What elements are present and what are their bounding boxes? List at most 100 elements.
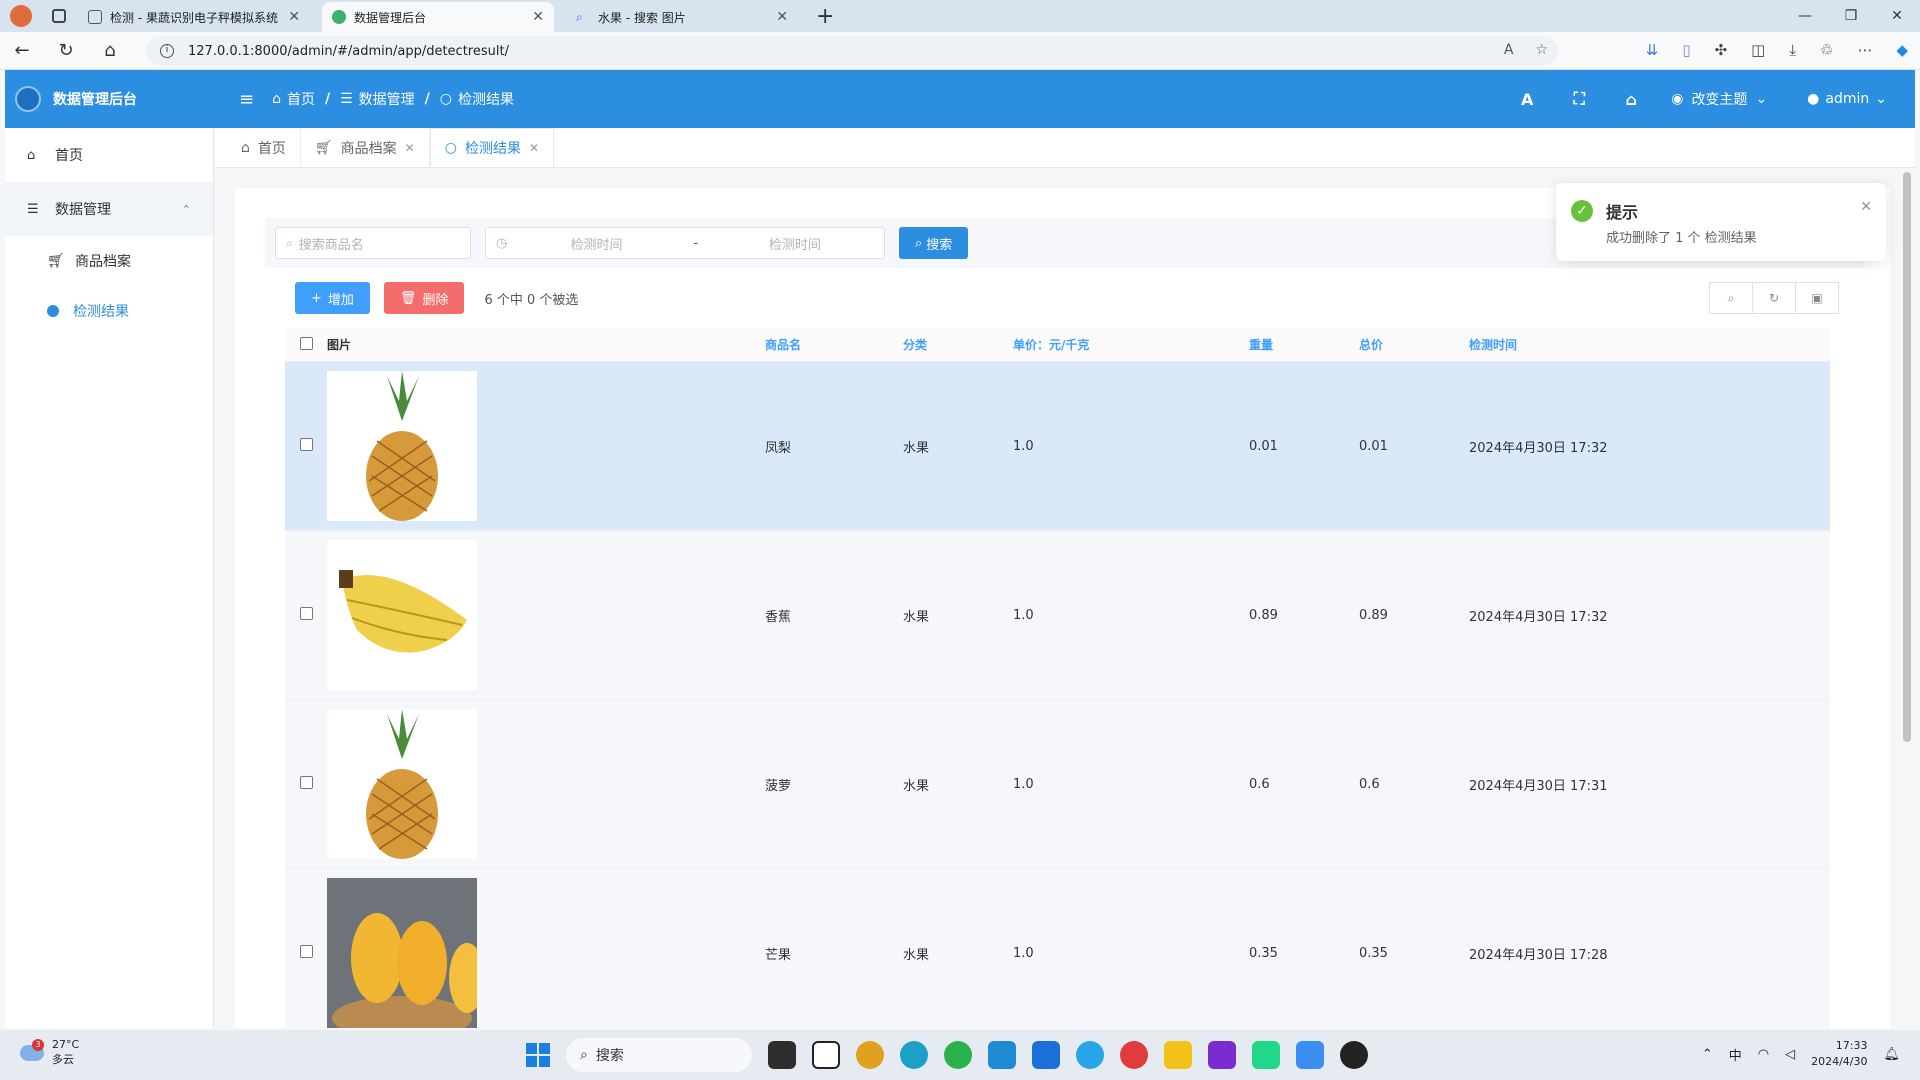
pycharm-icon[interactable] bbox=[1252, 1041, 1280, 1069]
ime-indicator[interactable]: 中 bbox=[1729, 1045, 1742, 1064]
wifi-icon[interactable]: ◠ bbox=[1758, 1047, 1769, 1062]
notes-icon[interactable] bbox=[1164, 1041, 1192, 1069]
sidebar-item-detect-results[interactable]: 检测结果 bbox=[5, 286, 213, 336]
close-icon[interactable]: ✕ bbox=[776, 9, 788, 25]
sidebar-item-products[interactable]: 🛒︎ 商品档案 bbox=[5, 236, 213, 286]
cell-time: 2024年4月30日 17:28 bbox=[1469, 947, 1608, 963]
netease-music-icon[interactable] bbox=[1120, 1041, 1148, 1069]
tab-products[interactable]: 🛒︎ 商品档案 ✕ bbox=[301, 128, 430, 167]
chevron-up-icon[interactable]: ⌃ bbox=[1702, 1047, 1713, 1062]
workspaces-icon[interactable] bbox=[52, 9, 66, 23]
extension-icon[interactable]: ⇊ bbox=[1646, 41, 1659, 59]
col-price[interactable]: 单价：元/千克 bbox=[1013, 336, 1249, 353]
col-name[interactable]: 商品名 bbox=[765, 336, 903, 353]
chrome-icon[interactable] bbox=[856, 1041, 884, 1069]
product-image[interactable] bbox=[327, 709, 477, 859]
volume-icon[interactable]: ◁ bbox=[1785, 1047, 1795, 1062]
col-weight[interactable]: 重量 bbox=[1249, 336, 1359, 353]
downloads-icon[interactable]: ⤓ bbox=[1789, 41, 1796, 59]
new-tab-button[interactable]: + bbox=[816, 4, 834, 29]
refresh-icon[interactable]: ↻ bbox=[1752, 282, 1796, 314]
file-explorer-icon[interactable] bbox=[768, 1041, 796, 1069]
product-image[interactable] bbox=[327, 878, 477, 1028]
export-icon[interactable]: ▣ bbox=[1795, 282, 1839, 314]
more-icon[interactable]: ⋯ bbox=[1857, 41, 1872, 59]
taskbar-search[interactable]: ⌕ 搜索 bbox=[566, 1038, 752, 1072]
close-icon[interactable]: ✕ bbox=[1860, 199, 1872, 215]
row-checkbox[interactable] bbox=[299, 437, 313, 451]
col-total[interactable]: 总价 bbox=[1359, 336, 1469, 353]
github-icon[interactable] bbox=[1340, 1041, 1368, 1069]
date-end[interactable]: 检测时间 bbox=[706, 234, 884, 253]
font-size-icon[interactable]: A bbox=[1501, 90, 1553, 109]
favorite-star-icon[interactable]: ☆ bbox=[1535, 42, 1548, 58]
clock[interactable]: 17:33 2024/4/30 bbox=[1811, 1038, 1867, 1070]
minimize-icon[interactable]: — bbox=[1782, 8, 1828, 24]
vertical-scrollbar[interactable] bbox=[1903, 172, 1911, 742]
browser-tab-detect[interactable]: 检测 - 果蔬识别电子秤模拟系统 ✕ bbox=[78, 2, 310, 32]
browser-tab-search[interactable]: ⌕ 水果 - 搜索 图片 ✕ bbox=[566, 2, 798, 32]
wechat-icon[interactable] bbox=[944, 1041, 972, 1069]
select-all-checkbox[interactable] bbox=[299, 336, 313, 350]
reading-icon[interactable]: ▯ bbox=[1682, 41, 1690, 59]
qq-icon[interactable] bbox=[1076, 1041, 1104, 1069]
home-icon[interactable]: ⌂ bbox=[1605, 90, 1657, 109]
search-button[interactable]: ⌕ 搜索 bbox=[899, 227, 969, 259]
refresh-icon[interactable]: ↻ bbox=[44, 40, 88, 61]
table-row[interactable]: 芒果 水果 1.0 0.35 0.35 2024年4月30日 17:28 bbox=[285, 869, 1830, 1038]
menu-toggle-icon[interactable]: ≡ bbox=[239, 89, 254, 110]
edge-icon[interactable] bbox=[900, 1041, 928, 1069]
tab-home[interactable]: ⌂ 首页 bbox=[227, 128, 301, 167]
breadcrumb-data-management[interactable]: 数据管理 bbox=[359, 89, 415, 109]
date-start[interactable]: 检测时间 bbox=[507, 234, 685, 253]
performance-icon[interactable]: ♲ bbox=[1820, 41, 1833, 59]
theme-dropdown[interactable]: ◉ 改变主题 ⌄ bbox=[1671, 89, 1767, 109]
user-dropdown[interactable]: ● admin ⌄ bbox=[1807, 91, 1887, 107]
add-button[interactable]: + 增加 bbox=[295, 282, 370, 314]
restore-icon[interactable]: ❐ bbox=[1828, 8, 1874, 24]
read-aloud-icon[interactable]: A bbox=[1504, 42, 1514, 58]
close-window-icon[interactable]: ✕ bbox=[1874, 8, 1920, 24]
close-icon[interactable]: ✕ bbox=[288, 9, 300, 25]
cell-time: 2024年4月30日 17:32 bbox=[1469, 609, 1608, 625]
app-icon[interactable] bbox=[1032, 1041, 1060, 1069]
row-checkbox[interactable] bbox=[299, 606, 313, 620]
product-image[interactable] bbox=[327, 371, 477, 521]
col-category[interactable]: 分类 bbox=[903, 336, 1013, 353]
search-icon[interactable]: ⌕ bbox=[1709, 282, 1753, 314]
feishu-icon[interactable] bbox=[1296, 1041, 1324, 1069]
date-range-picker[interactable]: ◷ 检测时间 - 检测时间 bbox=[485, 227, 885, 259]
jetbrains-icon[interactable] bbox=[1208, 1041, 1236, 1069]
copilot-icon[interactable]: ◆ bbox=[1896, 41, 1908, 59]
breadcrumb-home[interactable]: 首页 bbox=[287, 89, 315, 109]
col-time[interactable]: 检测时间 bbox=[1469, 336, 1769, 353]
fullscreen-icon[interactable]: ⛶ bbox=[1553, 89, 1605, 109]
extensions-puzzle-icon[interactable]: ✣ bbox=[1715, 41, 1728, 59]
table-row[interactable]: 菠萝 水果 1.0 0.6 0.6 2024年4月30日 17:31 bbox=[285, 700, 1830, 869]
start-icon[interactable] bbox=[526, 1043, 550, 1067]
close-icon[interactable]: ✕ bbox=[532, 9, 544, 25]
notification-bell-icon[interactable]: 🔔︎ bbox=[1883, 1047, 1900, 1062]
browser-tab-admin[interactable]: 数据管理后台 ✕ bbox=[322, 2, 554, 32]
tab-detect-results[interactable]: ○ 检测结果 ✕ bbox=[429, 128, 555, 167]
table-row[interactable]: 凤梨 水果 1.0 0.01 0.01 2024年4月30日 17:32 bbox=[285, 362, 1830, 531]
sidebar-item-home[interactable]: ⌂ 首页 bbox=[5, 128, 213, 182]
site-info-icon[interactable]: i bbox=[160, 44, 174, 58]
search-input[interactable]: ⌕ 搜索商品名 bbox=[275, 227, 471, 259]
home-icon[interactable]: ⌂ bbox=[88, 40, 132, 61]
weather-widget[interactable]: 3 27°C 多云 bbox=[20, 1038, 79, 1067]
notion-icon[interactable] bbox=[812, 1041, 840, 1069]
close-icon[interactable]: ✕ bbox=[405, 141, 415, 155]
table-row[interactable]: 香蕉 水果 1.0 0.89 0.89 2024年4月30日 17:32 bbox=[285, 531, 1830, 700]
address-bar[interactable]: i 127.0.0.1:8000/admin/#/admin/app/detec… bbox=[146, 36, 1558, 66]
row-checkbox[interactable] bbox=[299, 944, 313, 958]
profile-avatar[interactable] bbox=[10, 5, 32, 27]
close-icon[interactable]: ✕ bbox=[529, 141, 539, 155]
row-checkbox[interactable] bbox=[299, 775, 313, 789]
product-image[interactable] bbox=[327, 540, 477, 690]
delete-button[interactable]: 🗑︎ 删除 bbox=[383, 282, 465, 314]
vscode-icon[interactable] bbox=[988, 1041, 1016, 1069]
back-icon[interactable]: ← bbox=[0, 40, 44, 61]
sidebar-group-data-management[interactable]: ☰ 数据管理 ⌃ bbox=[5, 182, 213, 236]
split-screen-icon[interactable]: ◫ bbox=[1751, 41, 1765, 59]
